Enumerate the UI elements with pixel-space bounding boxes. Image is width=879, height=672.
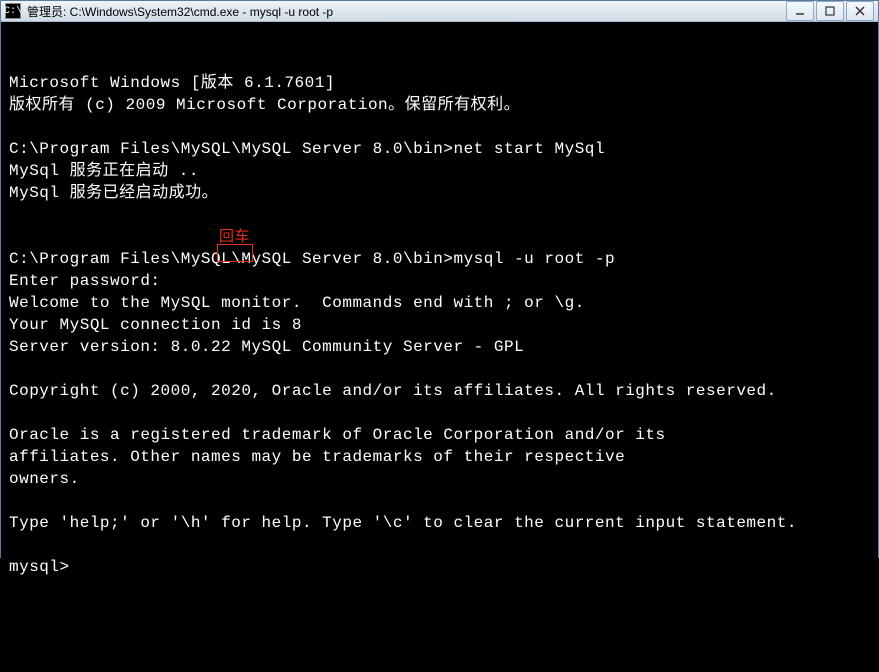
cmd-icon: C:\ [5, 3, 21, 19]
terminal-line: 版权所有 (c) 2009 Microsoft Corporation。保留所有… [9, 94, 870, 116]
terminal-line: Welcome to the MySQL monitor. Commands e… [9, 292, 870, 314]
terminal-line: affiliates. Other names may be trademark… [9, 446, 870, 468]
terminal-line [9, 402, 870, 424]
terminal-line: Type 'help;' or '\h' for help. Type '\c'… [9, 512, 870, 534]
window-title: 管理员: C:\Windows\System32\cmd.exe - mysql… [27, 3, 786, 20]
terminal-line: Server version: 8.0.22 MySQL Community S… [9, 336, 870, 358]
terminal-line: MySql 服务已经启动成功。 [9, 182, 870, 204]
terminal-content: Microsoft Windows [版本 6.1.7601]版权所有 (c) … [9, 72, 870, 578]
terminal-area[interactable]: Microsoft Windows [版本 6.1.7601]版权所有 (c) … [1, 22, 878, 672]
terminal-line: owners. [9, 468, 870, 490]
maximize-icon [825, 6, 835, 16]
terminal-line: Enter password: [9, 270, 870, 292]
window-controls [786, 1, 874, 21]
annotation-box [217, 244, 253, 262]
terminal-line: mysql> [9, 556, 870, 578]
terminal-line: C:\Program Files\MySQL\MySQL Server 8.0\… [9, 138, 870, 160]
terminal-line [9, 534, 870, 556]
maximize-button[interactable] [816, 1, 844, 21]
titlebar[interactable]: C:\ 管理员: C:\Windows\System32\cmd.exe - m… [1, 1, 878, 22]
terminal-line: Copyright (c) 2000, 2020, Oracle and/or … [9, 380, 870, 402]
close-button[interactable] [846, 1, 874, 21]
close-icon [855, 6, 865, 16]
terminal-line [9, 226, 870, 248]
minimize-icon [795, 6, 805, 16]
terminal-line [9, 358, 870, 380]
minimize-button[interactable] [786, 1, 814, 21]
terminal-line [9, 490, 870, 512]
terminal-line: MySql 服务正在启动 .. [9, 160, 870, 182]
cmd-window: C:\ 管理员: C:\Windows\System32\cmd.exe - m… [0, 0, 879, 558]
terminal-line [9, 204, 870, 226]
terminal-line: Oracle is a registered trademark of Orac… [9, 424, 870, 446]
terminal-line: Microsoft Windows [版本 6.1.7601] [9, 72, 870, 94]
terminal-line: Your MySQL connection id is 8 [9, 314, 870, 336]
terminal-line: C:\Program Files\MySQL\MySQL Server 8.0\… [9, 248, 870, 270]
terminal-line [9, 116, 870, 138]
